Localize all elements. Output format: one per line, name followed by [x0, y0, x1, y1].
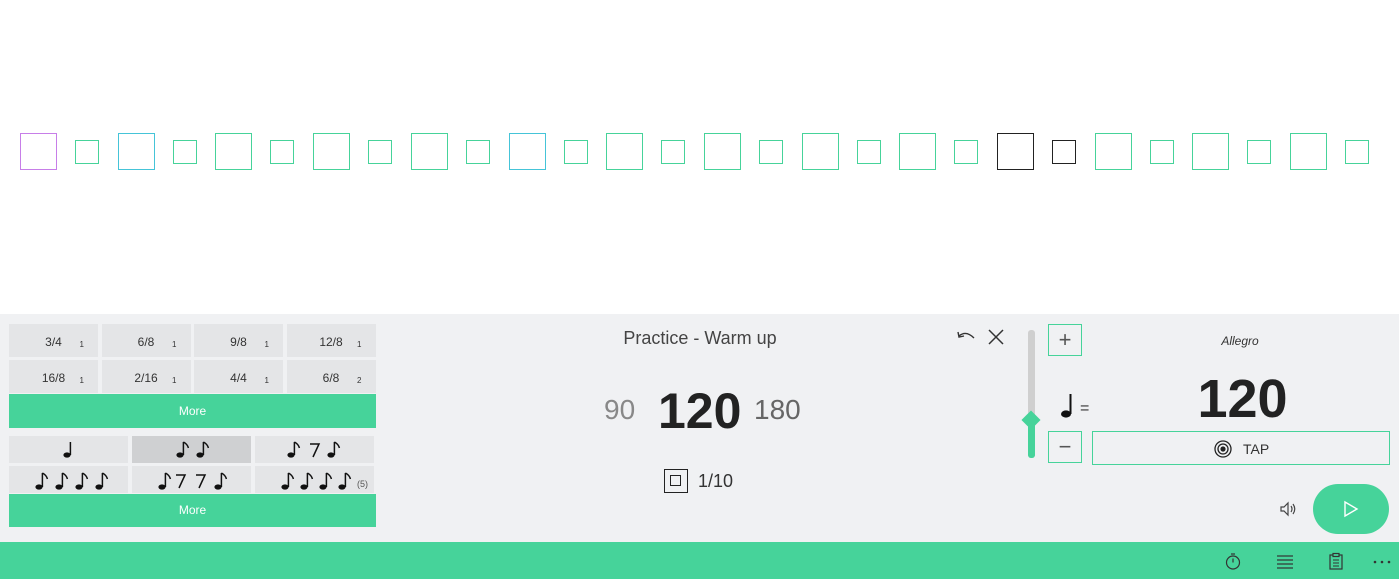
time-signature-subdivision: 1	[357, 340, 362, 349]
time-signature-subdivision: 1	[264, 376, 269, 385]
tempo-name: Allegro	[1221, 334, 1259, 348]
beat-square[interactable]	[1247, 140, 1272, 164]
time-signature-option[interactable]: 6/8 1	[101, 324, 191, 357]
beat-square[interactable]	[954, 140, 979, 164]
time-signature-label: 16/8	[41, 371, 66, 385]
time-signature-label: 2/16	[134, 371, 158, 385]
control-panel: 3/4 1 6/8 1 9/8 1 12/8 1 16/8 1 2/16 1 4/4 1 6/8 2 More	[0, 314, 1399, 542]
undo-icon[interactable]	[955, 326, 977, 348]
stopwatch-icon[interactable]	[1223, 551, 1243, 571]
beat-square[interactable]	[661, 140, 686, 164]
rhythm-sixteenth-rests[interactable]	[132, 466, 251, 493]
time-signature-subdivision: 1	[172, 376, 177, 385]
beat-square[interactable]	[270, 140, 295, 164]
beat-square-accent[interactable]	[1290, 133, 1328, 170]
quarter-note-icon	[63, 442, 72, 458]
beat-square[interactable]	[1149, 140, 1174, 164]
beat-square-accent[interactable]	[899, 133, 937, 170]
time-signature-option[interactable]: 16/8 1	[9, 360, 98, 393]
beat-square-accent[interactable]	[606, 133, 644, 170]
beat-square[interactable]	[465, 140, 490, 164]
beat-square-accent[interactable]	[313, 133, 351, 170]
practice-tempo-current: 120	[658, 383, 742, 439]
time-signature-subdivision: 1	[79, 340, 84, 349]
beat-square-accent[interactable]	[117, 133, 155, 170]
more-time-signatures-button[interactable]: More	[9, 394, 376, 428]
beat-square-accent[interactable]	[1192, 133, 1230, 170]
rhythm-quarter[interactable]	[9, 436, 128, 463]
time-signature-label: 4/4	[230, 371, 247, 385]
rhythm-eighth-rest-eighth[interactable]	[255, 436, 374, 463]
beat-square-accent[interactable]	[1094, 133, 1132, 170]
beat-square[interactable]	[1052, 140, 1076, 164]
rhythm-quintuplet[interactable]: (5)	[255, 466, 374, 493]
practice-count: 1/10	[698, 471, 734, 491]
equals-sign: =	[1080, 400, 1090, 417]
tempo-bpm: 120	[1197, 369, 1288, 429]
beat-unit: =	[1058, 392, 1098, 422]
beat-square-accent[interactable]	[20, 133, 57, 170]
more-icon[interactable]	[1372, 551, 1392, 571]
time-signature-label: 6/8	[137, 335, 155, 349]
beat-square[interactable]	[75, 140, 99, 164]
time-signature-option[interactable]: 6/8 2	[286, 360, 376, 393]
list-icon[interactable]	[1275, 551, 1295, 571]
stop-practice-icon[interactable]	[664, 469, 688, 493]
tempo-decrease-button[interactable]: −	[1048, 431, 1082, 463]
tuplet-label: (5)	[357, 479, 368, 489]
time-signature-label: 3/4	[45, 335, 62, 349]
beat-square[interactable]	[1345, 140, 1370, 164]
sixteenth-notes-icon	[35, 472, 109, 490]
beat-square-accent[interactable]	[215, 133, 253, 170]
tap-icon	[1214, 440, 1232, 458]
time-signature-label: 9/8	[230, 335, 247, 349]
practice-tempo-low: 90	[604, 394, 636, 425]
close-icon[interactable]	[985, 326, 1007, 348]
beat-square-accent[interactable]	[410, 133, 448, 170]
beat-square[interactable]	[563, 140, 588, 164]
tempo-increase-button[interactable]: +	[1048, 324, 1082, 356]
beat-square-accent[interactable]	[703, 133, 741, 170]
beat-square-accent[interactable]	[997, 133, 1034, 170]
beat-square[interactable]	[856, 140, 881, 164]
time-signature-label: 12/8	[319, 335, 343, 349]
bottom-app-bar	[0, 542, 1399, 579]
time-signature-option[interactable]: 9/8 1	[194, 324, 283, 357]
rhythm-four-sixteenths[interactable]	[9, 466, 128, 493]
more-rhythms-button[interactable]: More	[9, 494, 376, 527]
volume-icon[interactable]	[1278, 499, 1298, 519]
time-signature-option[interactable]: 3/4 1	[9, 324, 98, 357]
tap-tempo-button[interactable]: TAP	[1092, 431, 1390, 465]
time-signature-option[interactable]: 4/4 1	[194, 360, 283, 393]
tap-label: TAP	[1243, 441, 1270, 457]
tempo-slider-thumb[interactable]	[1021, 410, 1041, 430]
quarter-note-icon	[1061, 394, 1072, 418]
clipboard-icon[interactable]	[1326, 551, 1346, 571]
beat-square[interactable]	[172, 140, 197, 164]
time-signature-subdivision: 1	[79, 376, 84, 385]
beat-square-accent[interactable]	[801, 133, 839, 170]
time-signature-subdivision: 2	[357, 376, 362, 385]
quintuplet-notes-icon	[281, 472, 352, 490]
time-signature-label: 6/8	[322, 371, 340, 385]
eighth-rest-pattern-icon	[287, 441, 341, 458]
beat-square[interactable]	[758, 140, 783, 164]
practice-tempo-high: 180	[754, 394, 801, 425]
time-signature-subdivision: 1	[264, 340, 269, 349]
time-signature-option[interactable]: 2/16 1	[101, 360, 191, 393]
time-signature-option[interactable]: 12/8 1	[286, 324, 376, 357]
beat-strip	[0, 0, 1399, 314]
time-signature-subdivision: 1	[172, 340, 177, 349]
sixteenth-rests-icon	[158, 472, 228, 490]
practice-title: Practice - Warm up	[623, 328, 777, 348]
eighth-notes-icon	[176, 441, 210, 458]
rhythm-two-eighths[interactable]	[132, 436, 251, 463]
beat-square[interactable]	[368, 140, 393, 164]
beat-square-accent[interactable]	[508, 133, 546, 170]
play-icon	[1344, 500, 1359, 518]
play-button[interactable]	[1313, 484, 1389, 534]
